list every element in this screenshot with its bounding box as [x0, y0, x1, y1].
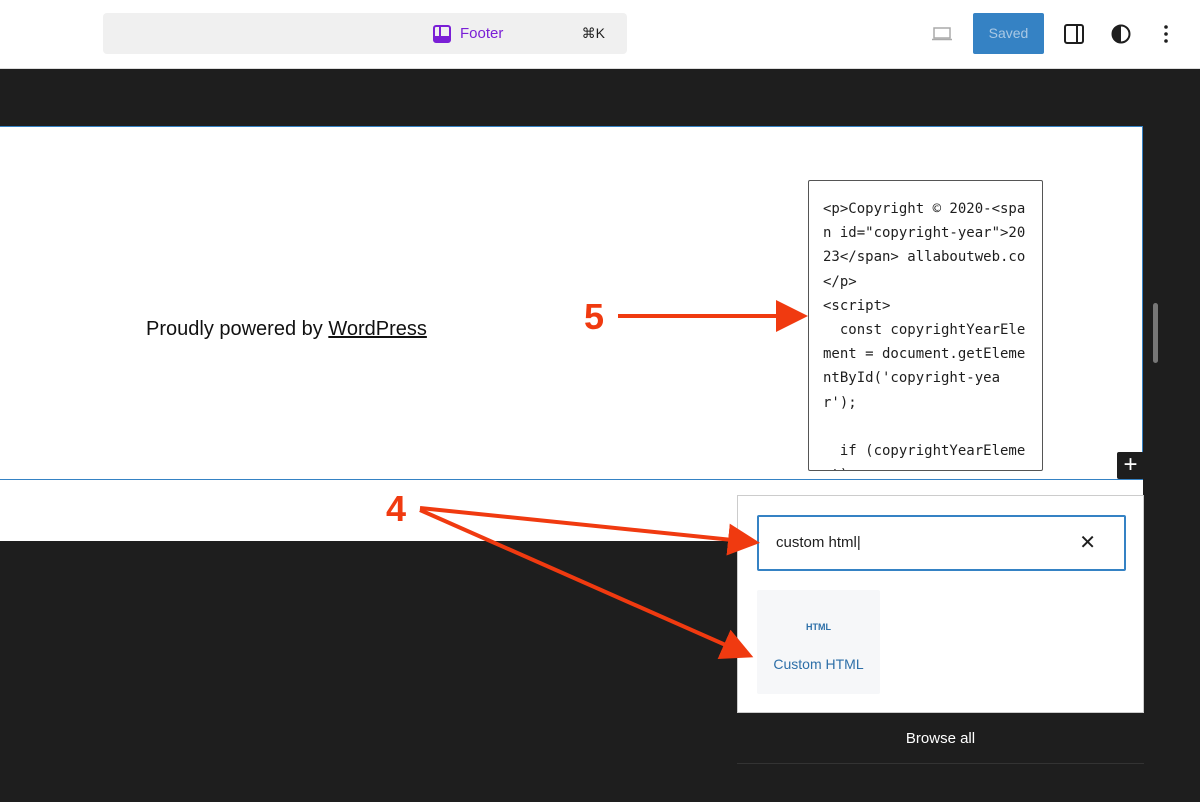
- arrow-4-search: [419, 506, 760, 556]
- step-4-label: 4: [386, 488, 407, 529]
- arrow-4-item: [419, 508, 754, 659]
- step-5-label: 5: [584, 296, 605, 337]
- annotation-arrows: [419, 300, 808, 659]
